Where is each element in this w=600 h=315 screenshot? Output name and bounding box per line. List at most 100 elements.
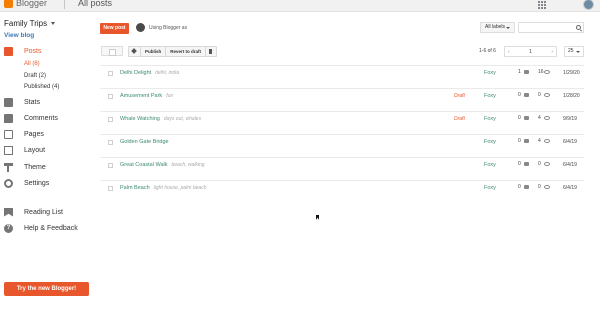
sidebar-item-posts[interactable]: Posts [4, 45, 42, 57]
post-date: 1/28/20 [563, 93, 580, 99]
post-checkbox[interactable] [108, 186, 113, 191]
post-author[interactable]: Foxy [484, 162, 496, 168]
results-range: 1-6 of 6 [479, 48, 496, 54]
comment-icon [524, 185, 529, 189]
account-avatar[interactable] [583, 0, 594, 10]
post-row[interactable]: Amusement Park fun Draft Foxy 0 0 1/28/20 [100, 88, 584, 111]
try-new-blogger-button[interactable]: Try the new Blogger! [4, 282, 89, 296]
trash-icon[interactable] [206, 47, 216, 56]
post-title[interactable]: Great Coastal Walk [120, 162, 167, 168]
search-input[interactable] [518, 22, 584, 33]
page-number[interactable]: 1 [529, 49, 532, 55]
using-blogger-as: Using Blogger as [149, 25, 188, 31]
eye-icon [544, 93, 550, 97]
new-post-button[interactable]: New post [100, 23, 129, 34]
sidebar-item-layout[interactable]: Layout [4, 144, 45, 156]
comment-icon [524, 93, 529, 97]
reading-list-icon [4, 207, 13, 217]
divider [64, 0, 65, 9]
caret-down-icon [506, 27, 510, 29]
sidebar-item-label: Theme [24, 163, 46, 171]
sidebar-item-pages[interactable]: Pages [4, 128, 44, 140]
post-author[interactable]: Foxy [484, 116, 496, 122]
brand[interactable]: Blogger [4, 0, 47, 8]
post-labels: delhi, india [155, 70, 180, 76]
post-title[interactable]: Whale Watching [120, 116, 160, 122]
post-labels: fun [166, 93, 174, 99]
layout-icon [4, 145, 13, 155]
sidebar-subitem-draft[interactable]: Draft (2) [24, 73, 46, 79]
post-checkbox[interactable] [108, 117, 113, 122]
post-row[interactable]: Golden Gate Bridge Foxy 0 4 6/4/19 [100, 134, 584, 157]
post-status: Draft [454, 93, 465, 99]
sidebar-item-stats[interactable]: Stats [4, 96, 40, 108]
sidebar-item-label: Reading List [24, 208, 63, 216]
stats-icon [4, 97, 13, 107]
comment-count: 1 [518, 69, 521, 75]
post-author[interactable]: Foxy [484, 93, 496, 99]
per-page-value: 25 [568, 48, 574, 54]
sidebar-item-label: Layout [24, 146, 46, 154]
post-checkbox[interactable] [108, 94, 113, 99]
post-checkbox[interactable] [108, 71, 113, 76]
theme-icon [4, 162, 13, 172]
post-labels: light house, palm beach [153, 185, 207, 191]
eye-icon [544, 162, 550, 166]
post-title[interactable]: Palm Beach [120, 185, 150, 191]
post-date: 6/4/19 [563, 162, 577, 168]
post-title[interactable]: Golden Gate Bridge [120, 139, 169, 145]
select-all-checkbox[interactable] [101, 46, 123, 56]
sidebar-item-settings[interactable]: Settings [4, 177, 49, 189]
blog-switcher[interactable]: Family Trips [4, 19, 56, 28]
post-checkbox[interactable] [108, 163, 113, 168]
apps-grid-icon[interactable] [538, 1, 546, 9]
sidebar-item-comments[interactable]: Comments [4, 112, 58, 124]
view-blog-link[interactable]: View blog [4, 32, 34, 39]
next-page-icon[interactable]: › [551, 49, 553, 55]
sidebar-item-label: Stats [24, 98, 40, 106]
post-row[interactable]: Great Coastal Walk beach, walking Foxy 0 … [100, 157, 584, 180]
comment-count: 0 [518, 138, 521, 144]
view-count: 16 [538, 69, 544, 75]
sidebar-item-label: Settings [24, 179, 50, 187]
revert-to-draft-button[interactable]: Revert to draft [166, 47, 207, 56]
post-title[interactable]: Amusement Park [120, 93, 162, 99]
per-page-dropdown[interactable]: 25 [564, 46, 584, 57]
comment-icon [524, 139, 529, 143]
view-count: 4 [538, 115, 541, 121]
post-row[interactable]: Delhi Delight delhi, india Foxy 1 16 1/29… [100, 65, 584, 88]
settings-icon [4, 178, 13, 188]
sidebar-item-help[interactable]: ? Help & Feedback [4, 222, 78, 234]
view-count: 4 [538, 138, 541, 144]
comment-icon [524, 70, 529, 74]
sidebar-item-theme[interactable]: Theme [4, 161, 46, 173]
prev-page-icon[interactable]: ‹ [508, 49, 510, 55]
post-date: 6/4/19 [563, 139, 577, 145]
sidebar-item-label: Pages [24, 130, 44, 138]
comment-icon [524, 116, 529, 120]
post-checkbox[interactable] [108, 140, 113, 145]
post-row[interactable]: Whale Watching days out, whales Draft Fox… [100, 111, 584, 134]
post-author[interactable]: Foxy [484, 139, 496, 145]
pages-icon [4, 129, 13, 139]
post-author[interactable]: Foxy [484, 70, 496, 76]
search-icon[interactable] [576, 25, 581, 30]
post-date: 6/4/19 [563, 185, 577, 191]
eye-icon [544, 139, 550, 143]
label-tag-icon[interactable] [129, 47, 141, 56]
publish-button[interactable]: Publish [141, 47, 167, 56]
sidebar-subitem-all[interactable]: All (6) [24, 61, 40, 67]
brand-name: Blogger [16, 0, 48, 8]
post-author[interactable]: Foxy [484, 185, 496, 191]
top-bar: Blogger All posts [0, 0, 600, 12]
post-date: 9/9/19 [563, 116, 577, 122]
sidebar-item-reading-list[interactable]: Reading List [4, 206, 63, 218]
page-title: All posts [78, 0, 113, 8]
bulk-actions: Publish Revert to draft [128, 46, 218, 57]
post-title[interactable]: Delhi Delight [120, 70, 151, 76]
post-labels: days out, whales [163, 116, 202, 122]
labels-filter-dropdown[interactable]: All labels [480, 22, 515, 33]
post-row[interactable]: Palm Beach light house, palm beach Foxy 0… [100, 180, 584, 203]
comments-icon [4, 113, 13, 123]
sidebar-subitem-published[interactable]: Published (4) [24, 84, 59, 90]
